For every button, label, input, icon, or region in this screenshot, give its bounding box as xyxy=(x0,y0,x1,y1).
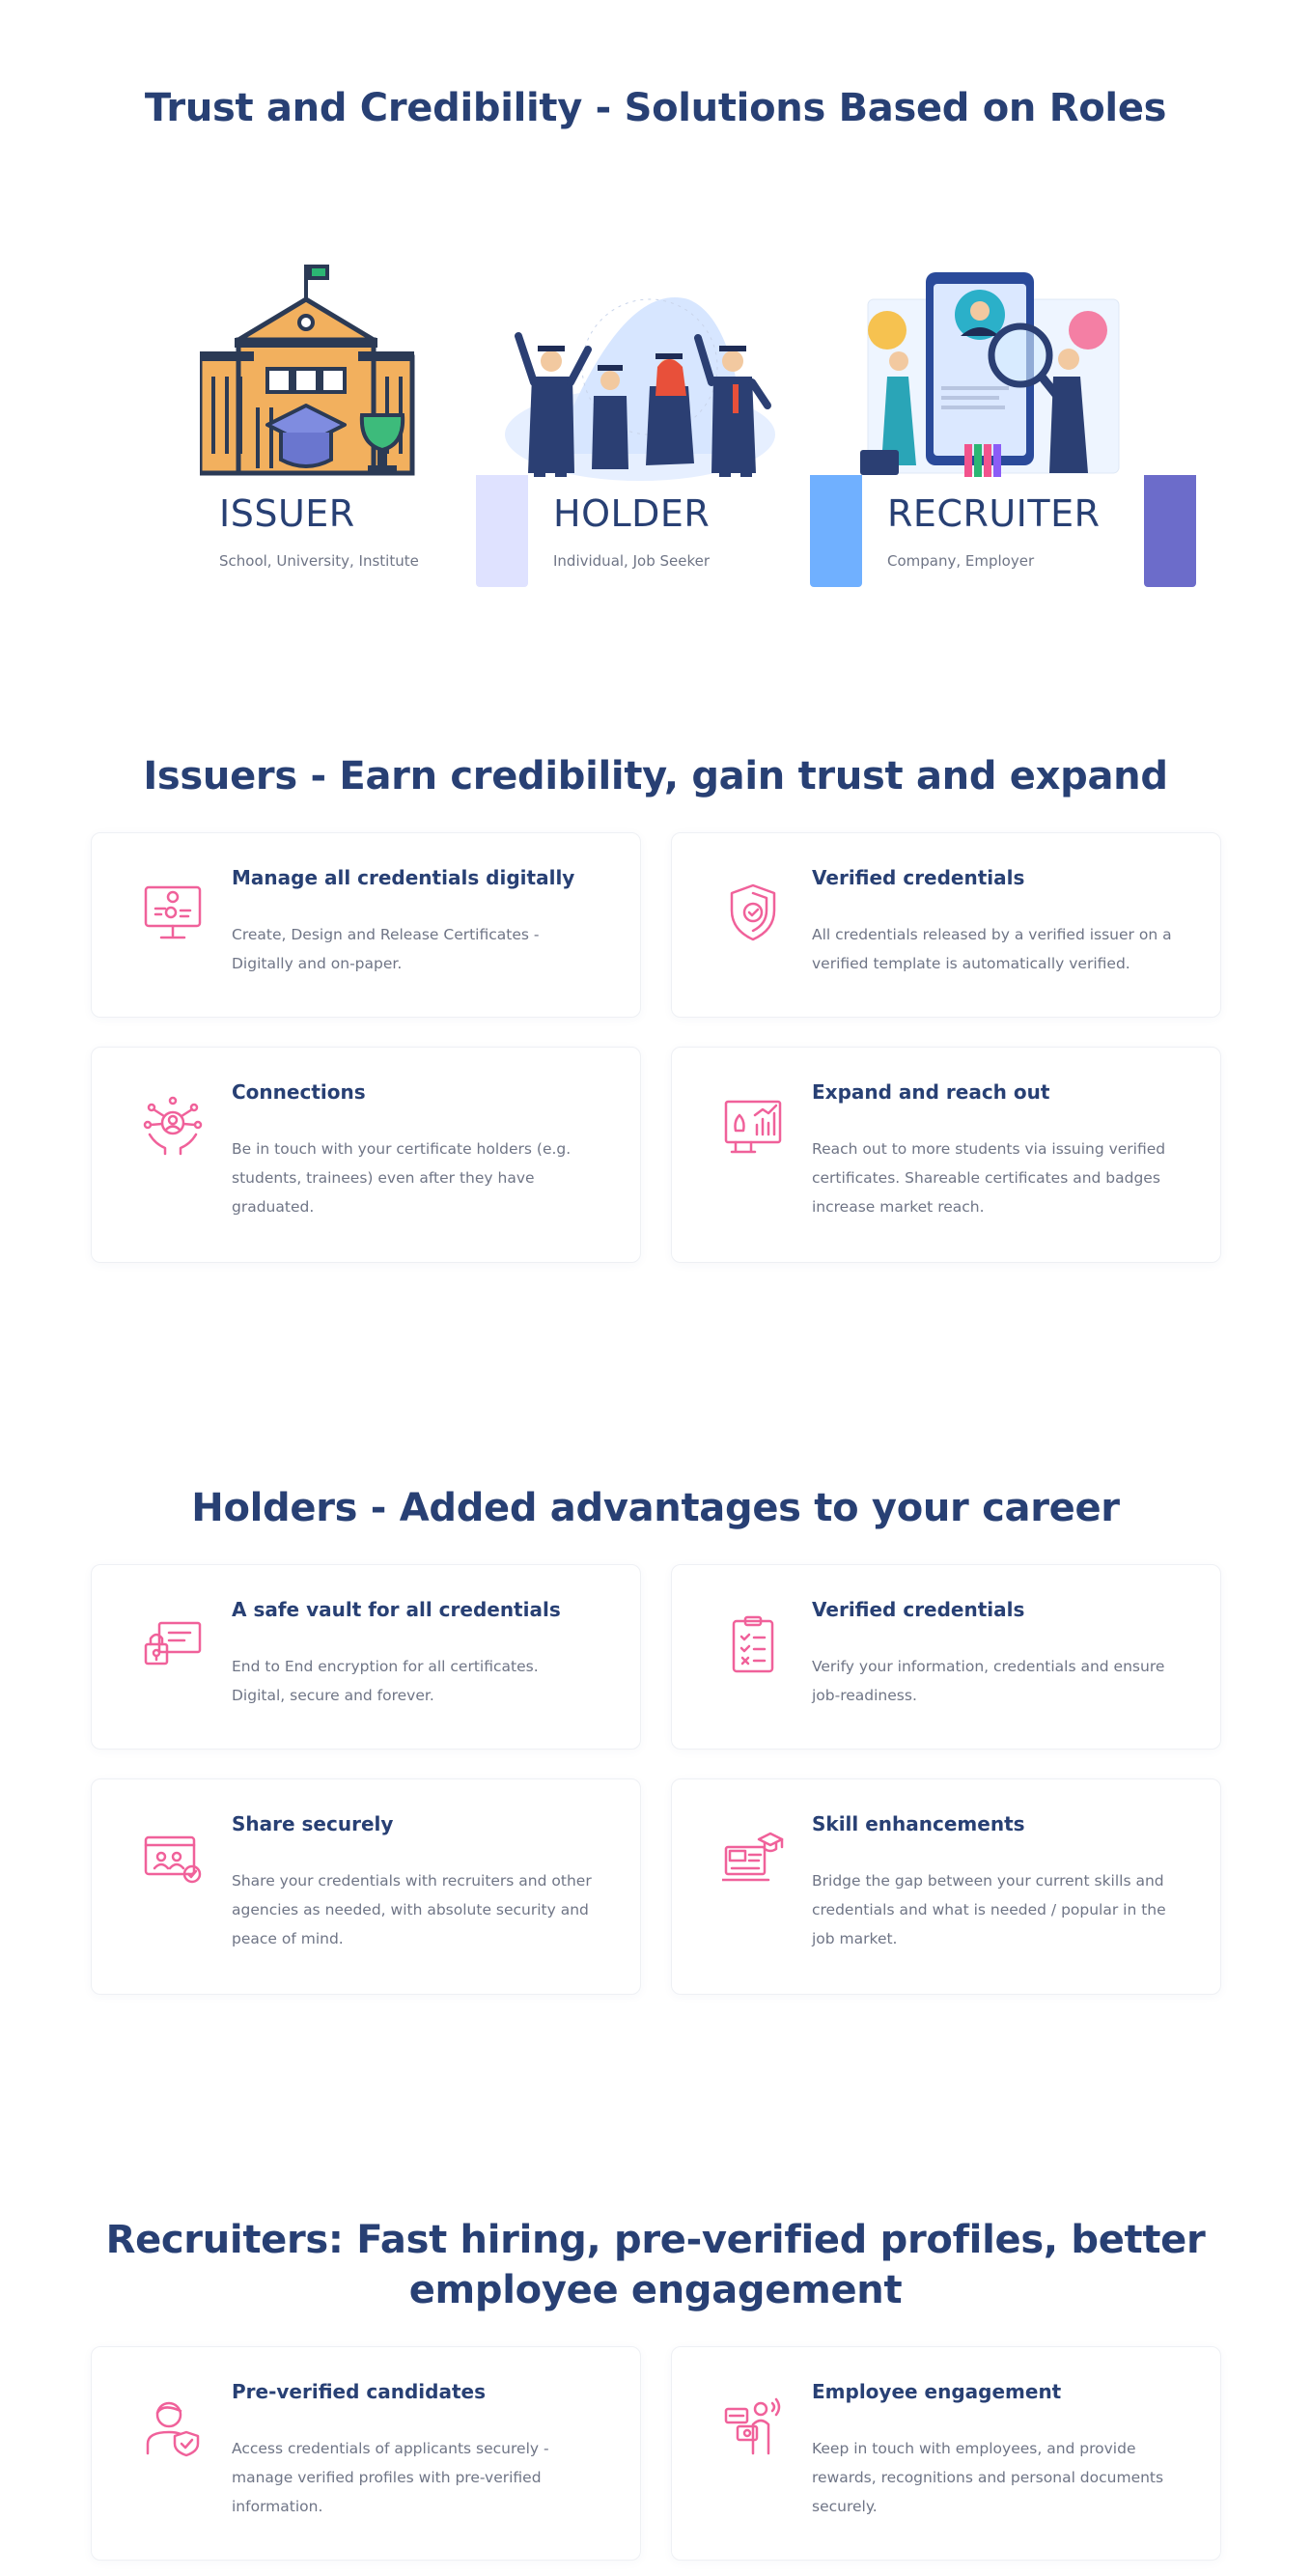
card-title: A safe vault for all credentials xyxy=(232,1598,561,1621)
recruiters-illustration xyxy=(860,272,1120,477)
role-card-issuer[interactable]: ISSUER School, University, Institute xyxy=(200,261,528,589)
skill-laptop-icon xyxy=(722,1832,784,1882)
role-accent-bar xyxy=(810,475,862,587)
feature-card: Pre-verified candidates Access credentia… xyxy=(91,2346,641,2561)
roles-section-title: Trust and Credibility - Solutions Based … xyxy=(144,86,1167,130)
card-description: Be in touch with your certificate holder… xyxy=(232,1140,572,1216)
card-title: Manage all credentials digitally xyxy=(232,866,575,889)
feature-card: Skill enhancements Bridge the gap betwee… xyxy=(671,1778,1221,1995)
connections-icon xyxy=(143,1096,203,1156)
role-subtitle: School, University, Institute xyxy=(219,552,419,570)
recruiters-section-title-line2: employee engagement xyxy=(408,2268,903,2312)
feature-card: Expand and reach out Reach out to more s… xyxy=(671,1047,1221,1263)
role-accent-bar xyxy=(1144,475,1196,587)
card-description: Bridge the gap between your current skil… xyxy=(812,1872,1166,1947)
card-description: Access credentials of applicants securel… xyxy=(232,2440,549,2515)
growth-chart-icon xyxy=(724,1100,782,1154)
card-description: Verify your information, credentials and… xyxy=(812,1658,1165,1704)
role-title: ISSUER xyxy=(219,492,355,535)
secure-vault-icon xyxy=(144,1621,202,1666)
verified-shield-icon xyxy=(730,883,776,941)
role-subtitle: Company, Employer xyxy=(887,552,1035,570)
share-profiles-icon xyxy=(144,1835,202,1884)
card-title: Verified credentials xyxy=(812,1598,1025,1621)
graduates-illustration xyxy=(505,297,775,481)
feature-card: Verified credentials Verify your informa… xyxy=(671,1564,1221,1750)
digital-certificate-icon xyxy=(144,885,202,939)
issuers-section-title: Issuers - Earn credibility, gain trust a… xyxy=(143,754,1168,798)
card-description: Keep in touch with employees, and provid… xyxy=(812,2440,1164,2515)
role-subtitle: Individual, Job Seeker xyxy=(553,552,711,570)
card-title: Expand and reach out xyxy=(812,1080,1050,1104)
feature-card: Employee engagement Keep in touch with e… xyxy=(671,2346,1221,2561)
card-title: Pre-verified candidates xyxy=(232,2380,486,2403)
card-title: Employee engagement xyxy=(812,2380,1062,2403)
school-building-illustration xyxy=(200,265,415,476)
employee-engagement-icon xyxy=(724,2397,781,2455)
card-title: Share securely xyxy=(232,1812,394,1835)
card-description: Create, Design and Release Certificates … xyxy=(232,926,540,972)
card-title: Verified credentials xyxy=(812,866,1025,889)
feature-card: Connections Be in touch with your certif… xyxy=(91,1047,641,1263)
feature-card: Manage all credentials digitally Create,… xyxy=(91,832,641,1018)
role-title: HOLDER xyxy=(553,492,711,535)
checklist-clipboard-icon xyxy=(732,1615,774,1673)
role-card-recruiter[interactable]: RECRUITER Company, Employer xyxy=(860,261,1196,589)
card-title: Skill enhancements xyxy=(812,1812,1025,1835)
card-title: Connections xyxy=(232,1080,366,1104)
card-description: All credentials released by a verified i… xyxy=(812,926,1172,972)
role-title: RECRUITER xyxy=(887,492,1101,535)
card-description: Share your credentials with recruiters a… xyxy=(232,1872,592,1947)
role-card-holder[interactable]: HOLDER Individual, Job Seeker xyxy=(505,261,862,589)
recruiters-section-title-line1: Recruiters: Fast hiring, pre-verified pr… xyxy=(105,2218,1206,2262)
holders-section-title: Holders - Added advantages to your caree… xyxy=(191,1486,1120,1530)
feature-card: A safe vault for all credentials End to … xyxy=(91,1564,641,1750)
card-description: Reach out to more students via issuing v… xyxy=(812,1140,1166,1216)
feature-card: Verified credentials All credentials rel… xyxy=(671,832,1221,1018)
verified-candidate-icon xyxy=(146,2401,200,2457)
feature-card: Share securely Share your credentials wi… xyxy=(91,1778,641,1995)
card-description: End to End encryption for all certificat… xyxy=(232,1658,539,1704)
role-accent-bar xyxy=(476,475,528,587)
